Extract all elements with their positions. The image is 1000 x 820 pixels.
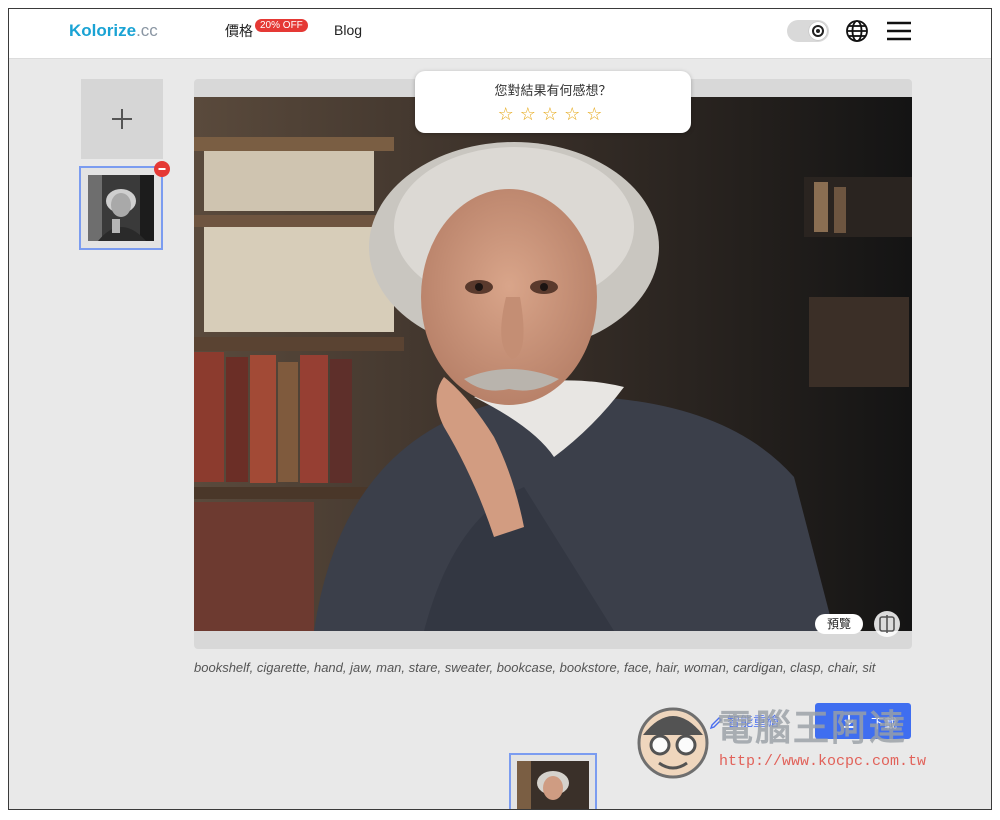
- app-window: Kolorize.cc 價格 20% OFF Blog 您對結果有何感想？ ☆☆…: [8, 8, 992, 810]
- thumbnail-image: [88, 175, 154, 241]
- hamburger-menu-icon[interactable]: [886, 20, 912, 46]
- result-thumbnail[interactable]: [509, 753, 597, 809]
- site-watermark: 電腦王阿達 http://www.kocpc.com.tw: [631, 693, 961, 793]
- mascot-logo-icon: [637, 707, 709, 779]
- theme-toggle[interactable]: [787, 20, 829, 42]
- colorized-photo: [194, 97, 912, 631]
- logo-brand: Kolorize: [69, 21, 137, 40]
- selected-image-thumbnail[interactable]: [79, 166, 163, 250]
- feedback-question: 您對結果有何感想？: [494, 84, 612, 99]
- split-view-icon: [879, 615, 895, 633]
- nav-link-blog[interactable]: Blog: [334, 22, 362, 38]
- theme-toggle-icon: [809, 22, 827, 40]
- minus-icon: [158, 168, 166, 170]
- preview-button[interactable]: 預覽: [815, 614, 863, 634]
- remove-image-button[interactable]: [154, 161, 170, 177]
- watermark-title: 電腦王阿達: [717, 708, 908, 749]
- watermark-url: http://www.kocpc.com.tw: [719, 753, 927, 770]
- result-thumbnail-image: [517, 761, 589, 809]
- plus-icon: [112, 109, 132, 129]
- add-image-button[interactable]: [81, 79, 163, 159]
- star-rating[interactable]: ☆☆☆☆☆: [415, 104, 691, 125]
- feedback-popup: 您對結果有何感想？ ☆☆☆☆☆: [415, 71, 691, 133]
- detected-tags: bookshelf, cigarette, hand, jaw, man, st…: [194, 660, 876, 675]
- logo-suffix: .cc: [136, 21, 158, 40]
- site-logo[interactable]: Kolorize.cc: [69, 21, 158, 41]
- globe-icon[interactable]: [845, 19, 869, 47]
- compare-split-button[interactable]: [874, 611, 900, 637]
- nav-link-pricing[interactable]: 價格: [225, 21, 253, 41]
- top-navigation-bar: Kolorize.cc 價格 20% OFF Blog: [9, 9, 991, 59]
- discount-badge: 20% OFF: [255, 19, 308, 32]
